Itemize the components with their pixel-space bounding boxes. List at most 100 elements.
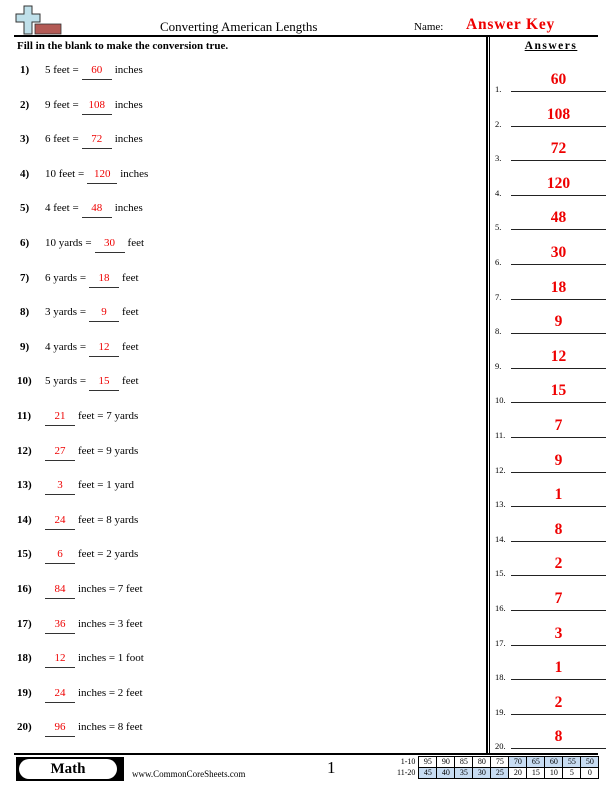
website-link[interactable]: www.CommonCoreSheets.com	[132, 769, 245, 779]
question-prefix: 6 feet =	[45, 133, 79, 146]
answer-key-line	[511, 506, 606, 508]
answer-key-row: 5. 48	[495, 208, 612, 233]
question-number: 14)	[17, 513, 32, 526]
answer-key-number: 4.	[495, 187, 502, 198]
name-value: Answer Key	[466, 16, 556, 33]
answer-blank[interactable]: 48	[81, 202, 112, 219]
answer-key-line	[511, 644, 606, 646]
answer-key-row: 3. 72	[495, 139, 612, 163]
subject-badge: Math	[19, 759, 117, 779]
answer-blank[interactable]: 9	[89, 306, 120, 323]
question-body: 10 feet = 120 inches	[45, 168, 148, 184]
answer-key-row: 14. 8	[495, 520, 612, 544]
answer-key-row: 15. 2	[495, 554, 612, 579]
question-suffix: feet	[122, 340, 139, 353]
answer-key-row: 19. 2	[495, 693, 612, 717]
answer-key-line	[511, 194, 606, 196]
answer-blank[interactable]: 24	[45, 514, 75, 530]
question-suffix: feet = 1 yard	[78, 479, 134, 492]
question-number: 3)	[20, 133, 30, 146]
answer-key-value: 18	[550, 278, 567, 296]
answer-blank[interactable]: 27	[45, 445, 75, 461]
question-number: 2)	[20, 98, 30, 111]
question-number: 20)	[17, 721, 32, 734]
score-cell: 35	[454, 767, 474, 779]
question-number: 13)	[17, 479, 32, 492]
question-prefix: 9 feet =	[45, 98, 79, 111]
answer-blank[interactable]: 12	[45, 652, 75, 669]
question-body: 96 inches = 8 feet	[45, 721, 143, 738]
answer-blank[interactable]: 6	[45, 548, 75, 565]
answer-key-number: 9.	[495, 360, 502, 371]
question-suffix: inches = 7 feet	[78, 583, 143, 595]
score-cell: 30	[472, 767, 492, 779]
question-row: 6) 10 yards = 30 feet	[0, 237, 470, 257]
question-row: 2) 9 feet = 108 inches	[0, 99, 470, 119]
answer-blank[interactable]: 21	[45, 410, 75, 426]
answer-key-line	[511, 229, 606, 231]
answer-blank[interactable]: 3	[45, 479, 75, 496]
answer-key-value: 2	[554, 555, 563, 573]
answer-blank[interactable]: 72	[81, 133, 112, 150]
answer-blank[interactable]: 96	[45, 721, 75, 738]
answer-key-number: 8.	[495, 326, 502, 337]
question-row: 9) 4 yards = 12 feet	[0, 341, 470, 361]
answer-key-number: 7.	[495, 291, 502, 302]
answer-key-value: 108	[546, 105, 571, 123]
question-body: 6 yards = 18 feet	[45, 272, 139, 288]
answer-blank[interactable]: 30	[94, 237, 125, 253]
question-prefix: 6 yards =	[45, 271, 87, 284]
answer-key-row: 9. 12	[495, 347, 612, 371]
question-suffix: inches = 3 feet	[78, 617, 143, 630]
answer-blank[interactable]: 120	[87, 168, 118, 184]
question-row: 16) 84 inches = 7 feet	[0, 583, 470, 603]
answer-key-line	[511, 540, 606, 542]
question-row: 20) 96 inches = 8 feet	[0, 721, 470, 741]
question-row: 12) 27 feet = 9 yards	[0, 445, 470, 465]
question-prefix: 5 yards =	[45, 375, 87, 388]
answer-blank[interactable]: 60	[81, 64, 112, 80]
answer-blank[interactable]: 12	[89, 341, 120, 357]
question-suffix: feet = 9 yards	[78, 444, 139, 457]
score-cell: 75	[490, 756, 510, 768]
question-number: 6)	[20, 237, 30, 249]
answer-key-line	[511, 748, 606, 750]
score-cell: 5	[562, 767, 582, 779]
answer-blank[interactable]: 84	[45, 583, 75, 599]
answer-key-row: 13. 1	[495, 485, 612, 509]
answer-key-number: 17.	[495, 637, 506, 648]
answer-key-number: 15.	[495, 568, 506, 579]
answer-key-value: 8	[554, 520, 563, 538]
answer-key-value: 2	[554, 693, 563, 711]
score-cell: 55	[562, 756, 582, 768]
score-cell: 40	[436, 767, 456, 779]
answer-blank[interactable]: 24	[45, 687, 75, 703]
score-cell: 90	[436, 756, 456, 768]
answer-key-line	[511, 367, 606, 369]
answer-key-value: 3	[554, 624, 563, 642]
answer-key-value: 7	[554, 417, 563, 434]
question-body: 6 feet = 2 yards	[45, 548, 138, 565]
answer-key-value: 30	[550, 244, 567, 261]
question-body: 10 yards = 30 feet	[45, 237, 144, 253]
answer-key-value: 9	[554, 451, 563, 469]
question-body: 9 feet = 108 inches	[45, 99, 143, 115]
answer-key-number: 1.	[495, 84, 502, 94]
answer-key-row: 10. 15	[495, 381, 612, 406]
score-cell: 0	[580, 767, 600, 779]
answer-blank[interactable]: 36	[45, 618, 75, 634]
answer-key-number: 11.	[495, 430, 506, 440]
answer-key-number: 5.	[495, 222, 502, 233]
score-cell: 60	[544, 756, 564, 768]
answer-blank[interactable]: 108	[81, 99, 112, 115]
answer-key-line	[511, 610, 606, 611]
question-row: 15) 6 feet = 2 yards	[0, 548, 470, 568]
question-body: 4 feet = 48 inches	[45, 202, 143, 219]
answer-key-number: 10.	[495, 395, 506, 406]
answer-blank[interactable]: 18	[89, 272, 120, 288]
question-row: 11) 21 feet = 7 yards	[0, 410, 470, 430]
question-body: 12 inches = 1 foot	[45, 652, 144, 669]
answer-key-row: 20. 8	[495, 727, 612, 751]
answer-blank[interactable]: 15	[89, 375, 120, 392]
question-suffix: inches = 2 feet	[78, 686, 143, 699]
